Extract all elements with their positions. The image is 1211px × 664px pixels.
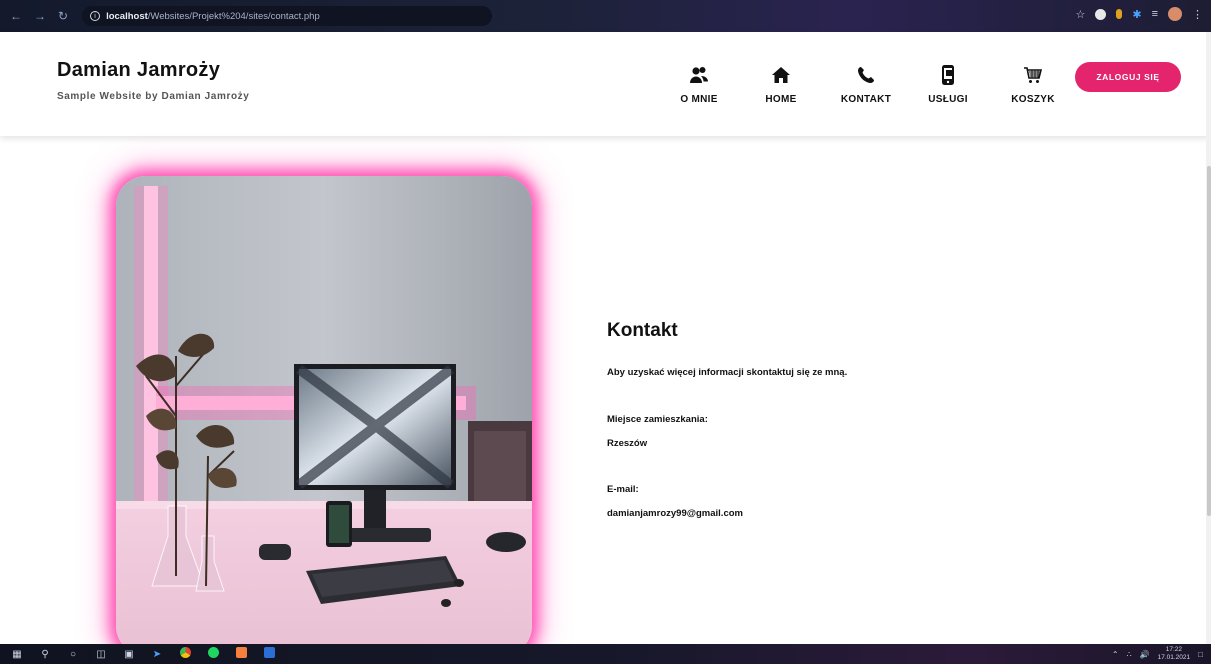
login-button[interactable]: ZALOGUJ SIĘ xyxy=(1075,62,1181,92)
url-host: localhost xyxy=(106,10,148,22)
nav-item-o-mnie[interactable]: O MNIE xyxy=(659,62,739,105)
page-scrollbar[interactable] xyxy=(1206,32,1211,644)
forward-icon[interactable]: → xyxy=(34,9,46,23)
menu-icon[interactable]: ⋮ xyxy=(1192,8,1203,21)
back-icon[interactable]: ← xyxy=(10,9,22,23)
puzzle-icon[interactable]: ✱ xyxy=(1132,8,1141,21)
extension-icon[interactable] xyxy=(1095,8,1107,20)
nav-label: KONTAKT xyxy=(840,94,892,105)
site-subtitle: Sample Website by Damian Jamroży xyxy=(57,91,250,102)
email-label: E-mail: xyxy=(607,484,639,495)
nav-item-home[interactable]: HOME xyxy=(741,62,821,105)
vscode-icon[interactable]: ➤ xyxy=(150,649,164,660)
email-value[interactable]: damianjamrozy99@gmail.com xyxy=(607,508,743,519)
nav-item-koszyk[interactable]: KOSZYK xyxy=(993,62,1073,105)
nav-item-kontakt[interactable]: KONTAKT xyxy=(826,62,906,105)
clock-date: 17.01.2021 xyxy=(1157,654,1191,661)
nav-label: O MNIE xyxy=(680,94,718,105)
store-icon[interactable]: ▣ xyxy=(122,649,136,660)
phone-icon xyxy=(856,62,876,88)
reload-icon[interactable]: ↻ xyxy=(58,9,68,23)
home-icon xyxy=(771,62,791,88)
nav-label: KOSZYK xyxy=(1011,94,1055,105)
desk-setup-photo xyxy=(116,176,532,656)
task-view-icon[interactable]: ◫ xyxy=(94,649,108,660)
network-icon[interactable]: ∴ xyxy=(1127,650,1132,659)
nav-label: HOME xyxy=(765,94,797,105)
spotify-icon[interactable] xyxy=(206,647,220,661)
chevron-up-icon[interactable]: ⌃ xyxy=(1112,650,1119,659)
contact-heading: Kontakt xyxy=(607,320,678,341)
site-title[interactable]: Damian Jamroży xyxy=(57,59,220,82)
browser-toolbar: ← → ↻ i localhost/Websites/Projekt%204/s… xyxy=(0,0,1211,32)
windows-start-icon[interactable]: ▦ xyxy=(10,649,24,660)
system-tray: ⌃ ∴ 🔊 17:22 17.01.2021 □ xyxy=(1112,644,1203,664)
nav-item-uslugi[interactable]: USŁUGI xyxy=(908,62,988,105)
users-icon xyxy=(689,62,709,88)
taskbar: ▦ ⚲ ○ ◫ ▣ ➤ ⌃ ∴ 🔊 17:22 17.01.2021 □ xyxy=(0,644,1211,664)
clock[interactable]: 17:22 17.01.2021 xyxy=(1158,646,1191,662)
xampp-icon[interactable] xyxy=(234,647,248,661)
scrollbar-thumb[interactable] xyxy=(1207,166,1211,516)
bookmark-star-icon[interactable]: ☆ xyxy=(1075,8,1085,21)
nav-label: USŁUGI xyxy=(928,94,968,105)
cortana-icon[interactable]: ○ xyxy=(66,649,80,660)
extension-icon[interactable] xyxy=(1116,9,1123,19)
volume-icon[interactable]: 🔊 xyxy=(1140,650,1150,659)
cart-icon xyxy=(1023,62,1043,88)
clock-time: 17:22 xyxy=(1165,646,1183,653)
info-icon[interactable]: i xyxy=(90,11,101,21)
mobile-icon xyxy=(938,62,958,88)
address-bar[interactable]: i localhost/Websites/Projekt%204/sites/c… xyxy=(82,6,493,26)
chrome-icon[interactable] xyxy=(178,647,192,661)
residence-label: Miejsce zamieszkania: xyxy=(607,414,708,425)
url-path: /Websites/Projekt%204/sites/contact.php xyxy=(147,10,320,22)
playlist-icon[interactable]: ≡ xyxy=(1152,8,1158,20)
avatar[interactable] xyxy=(1168,7,1182,21)
site-header: Damian Jamroży Sample Website by Damian … xyxy=(0,32,1211,136)
residence-value: Rzeszów xyxy=(607,438,648,449)
notification-icon[interactable]: □ xyxy=(1198,650,1203,659)
word-icon[interactable] xyxy=(262,647,276,661)
search-icon[interactable]: ⚲ xyxy=(38,649,52,660)
contact-intro: Aby uzyskać więcej informacji skontaktuj… xyxy=(607,367,848,378)
